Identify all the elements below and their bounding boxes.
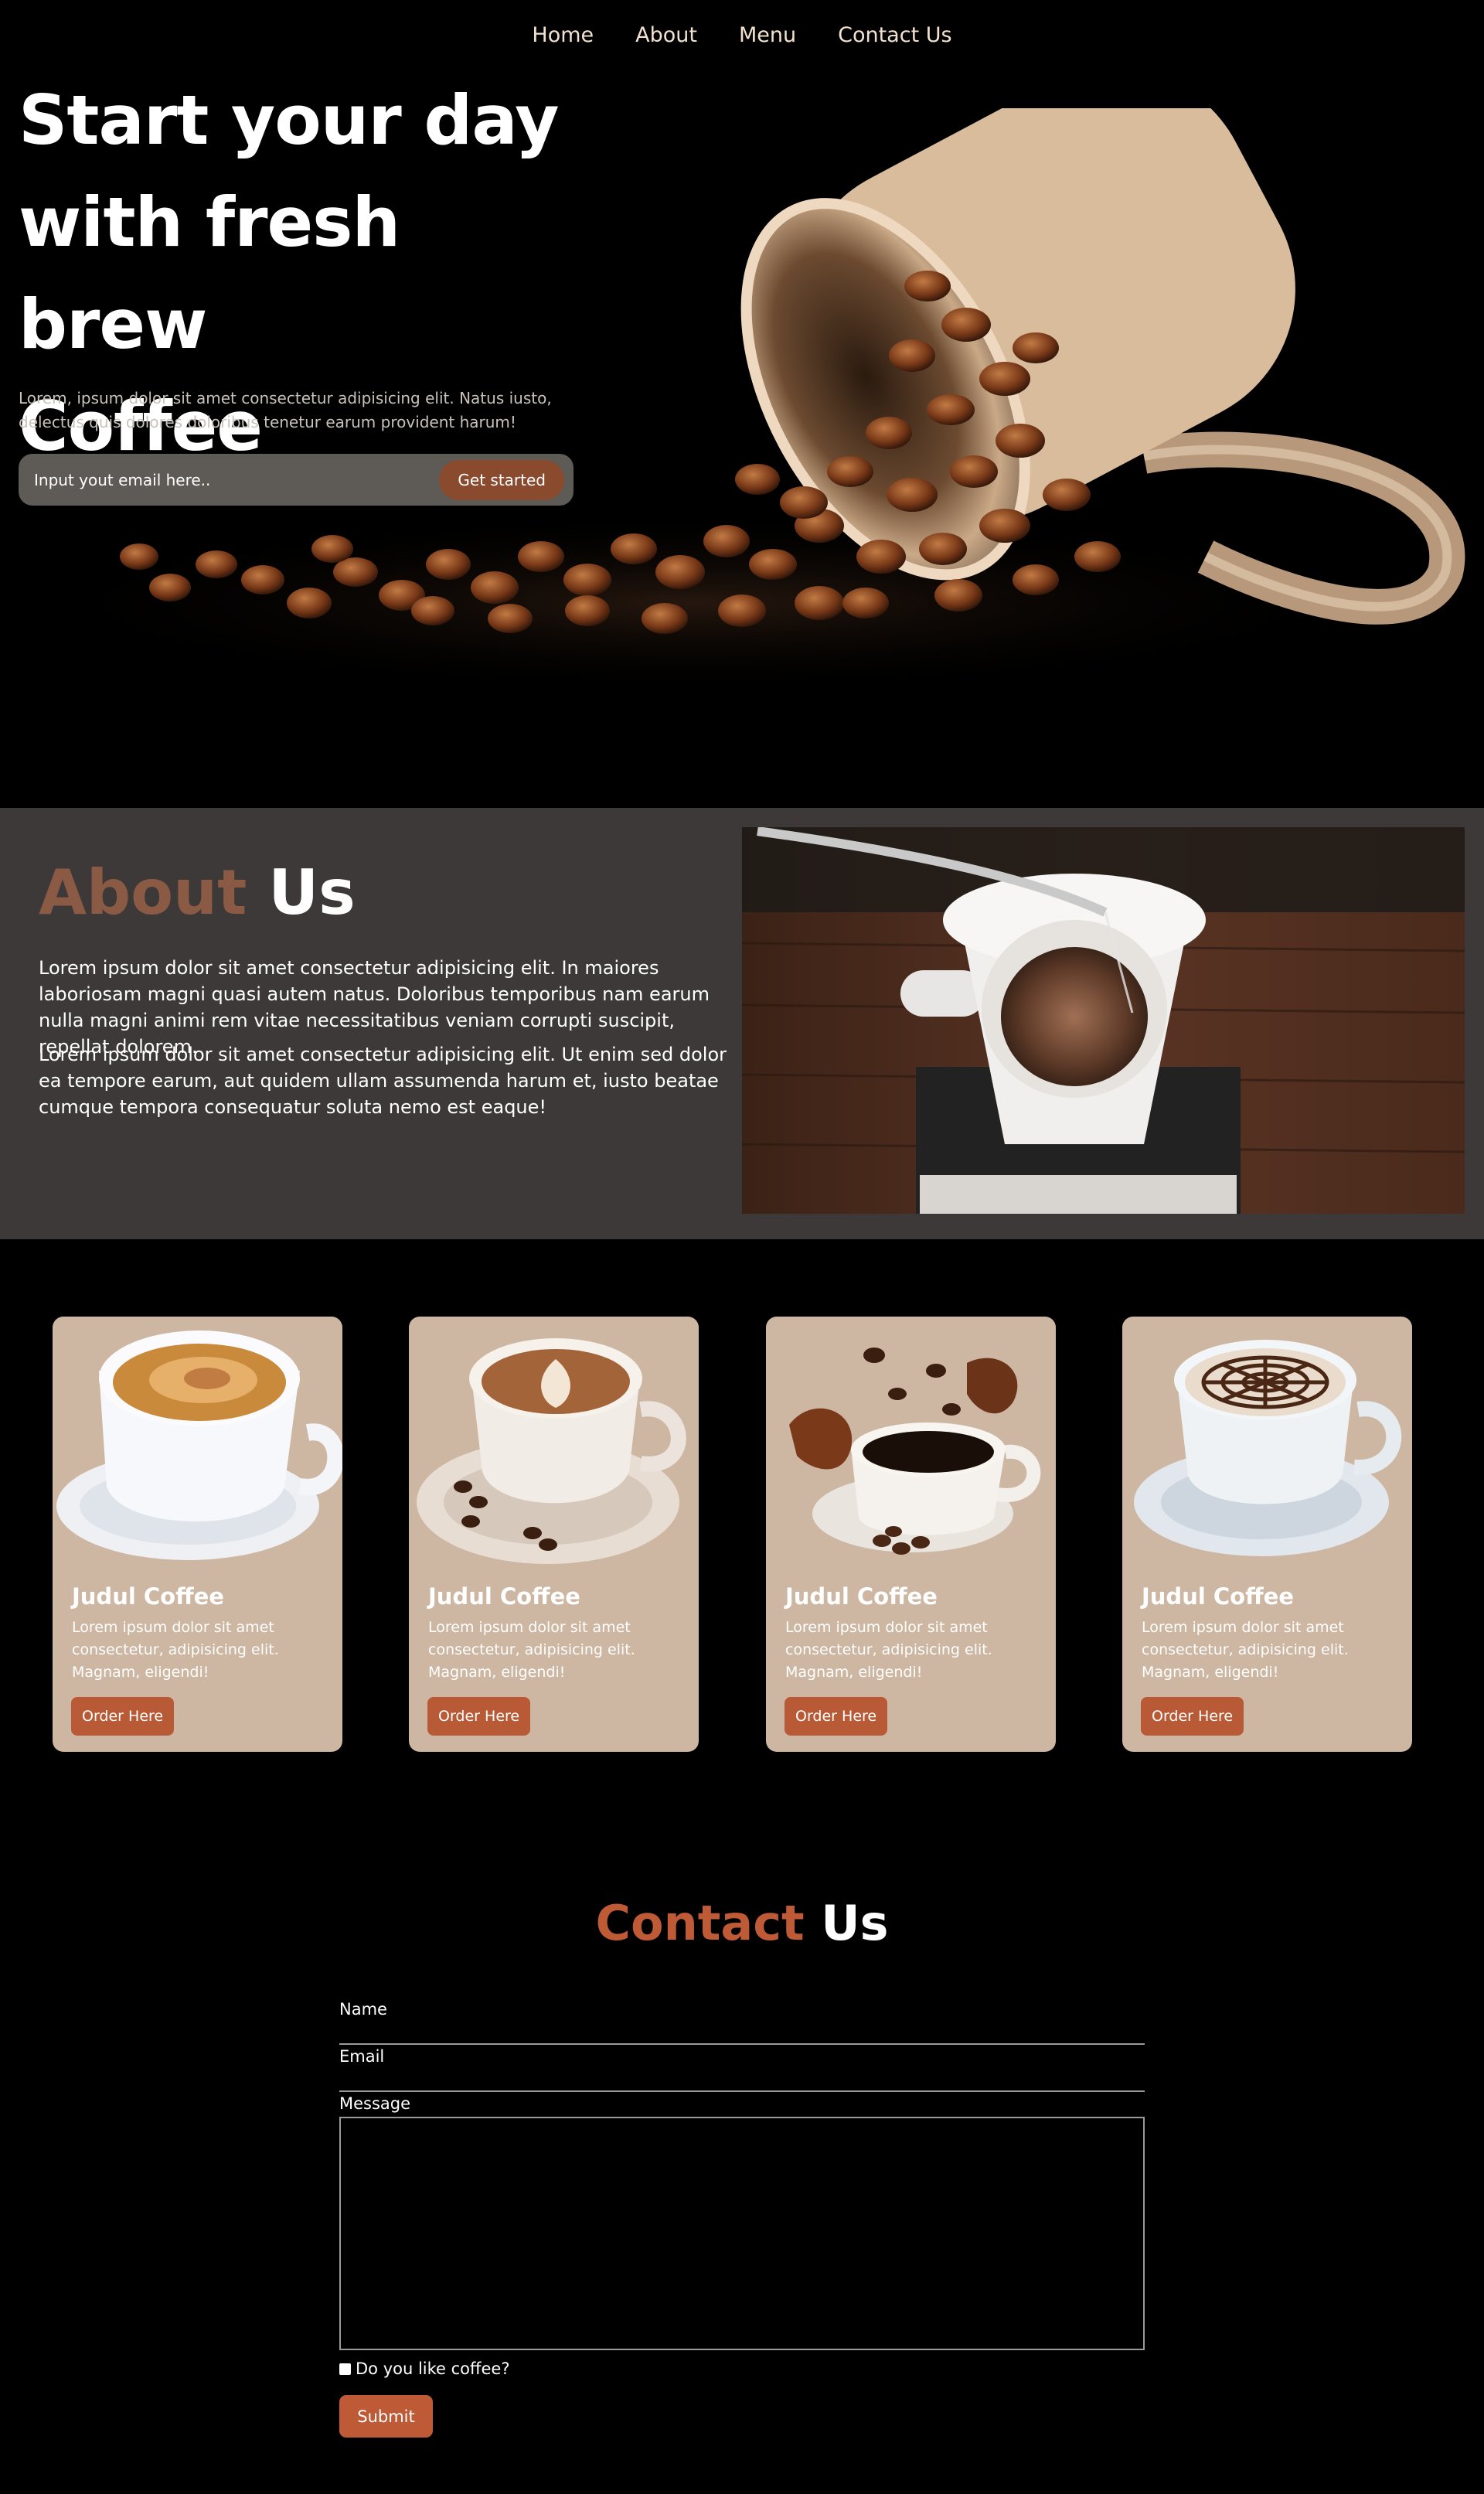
get-started-button[interactable]: Get started [439, 459, 564, 500]
nav-contact-link[interactable]: Contact Us [838, 23, 951, 47]
about-title-accent: About [39, 857, 247, 928]
order-button[interactable]: Order Here [1141, 1697, 1244, 1736]
contact-title-accent: Contact [595, 1895, 805, 1951]
product-card: Judul Coffee Lorem ipsum dolor sit amet … [53, 1317, 342, 1752]
contact-title: Contact Us [0, 1889, 1484, 1958]
product-card: Judul Coffee Lorem ipsum dolor sit amet … [1122, 1317, 1412, 1752]
latte-art-cup-image [417, 1338, 686, 1564]
nav-home-link[interactable]: Home [532, 23, 594, 47]
email-field-underline [339, 2090, 1145, 2092]
product-card: Judul Coffee Lorem ipsum dolor sit amet … [409, 1317, 699, 1752]
hero-section: Home About Menu Contact Us Start your da… [0, 0, 1484, 808]
cappuccino-cup-image [56, 1330, 342, 1560]
chocolate-latte-cup-image [1134, 1340, 1402, 1556]
product-description: Lorem ipsum dolor sit amet consectetur, … [72, 1619, 279, 1681]
hero-title-line: Start your day [19, 80, 559, 160]
pour-over-coffee-image [742, 827, 1465, 1214]
hero-description: Lorem, ipsum dolor sit amet consectetur … [19, 389, 552, 431]
name-label: Name [339, 2000, 387, 2019]
product-description: Lorem ipsum dolor sit amet consectetur, … [428, 1619, 635, 1681]
order-button[interactable]: Order Here [71, 1697, 175, 1736]
email-input[interactable] [34, 470, 420, 489]
name-field-underline [339, 2043, 1145, 2045]
products-section: Judul Coffee Lorem ipsum dolor sit amet … [0, 1239, 1484, 1780]
coffee-checkbox-row: Do you like coffee? [339, 2359, 509, 2378]
product-title: Judul Coffee [785, 1583, 938, 1610]
contact-title-plain: Us [821, 1895, 889, 1951]
product-title: Judul Coffee [72, 1583, 224, 1610]
order-button[interactable]: Order Here [785, 1697, 888, 1736]
main-nav: Home About Menu Contact Us [0, 23, 1484, 47]
nav-about-link[interactable]: About [635, 23, 697, 47]
nav-menu-link[interactable]: Menu [739, 23, 796, 47]
email-signup-form: Get started [19, 454, 574, 506]
product-description: Lorem ipsum dolor sit amet consectetur, … [1142, 1619, 1349, 1681]
product-title: Judul Coffee [428, 1583, 580, 1610]
email-label: Email [339, 2047, 385, 2066]
about-paragraph: Lorem ipsum dolor sit amet consectetur a… [39, 1044, 727, 1118]
message-label: Message [339, 2094, 411, 2113]
about-section: About Us Lorem ipsum dolor sit amet cons… [0, 808, 1484, 1239]
email-field[interactable] [339, 2066, 1145, 2090]
about-title-plain: Us [268, 857, 356, 928]
order-button[interactable]: Order Here [427, 1697, 531, 1736]
product-title: Judul Coffee [1142, 1583, 1294, 1610]
message-textarea[interactable] [339, 2117, 1145, 2350]
product-card: Judul Coffee Lorem ipsum dolor sit amet … [766, 1317, 1056, 1752]
coffee-checkbox[interactable] [339, 2363, 351, 2375]
coffee-splash-cup-image [789, 1348, 1041, 1555]
product-description: Lorem ipsum dolor sit amet consectetur, … [785, 1619, 992, 1681]
hero-title-line: with fresh brew [19, 182, 400, 364]
coffee-checkbox-label: Do you like coffee? [356, 2359, 510, 2378]
name-field[interactable] [339, 2019, 1145, 2043]
about-title: About Us [39, 854, 356, 932]
submit-button[interactable]: Submit [339, 2395, 433, 2438]
